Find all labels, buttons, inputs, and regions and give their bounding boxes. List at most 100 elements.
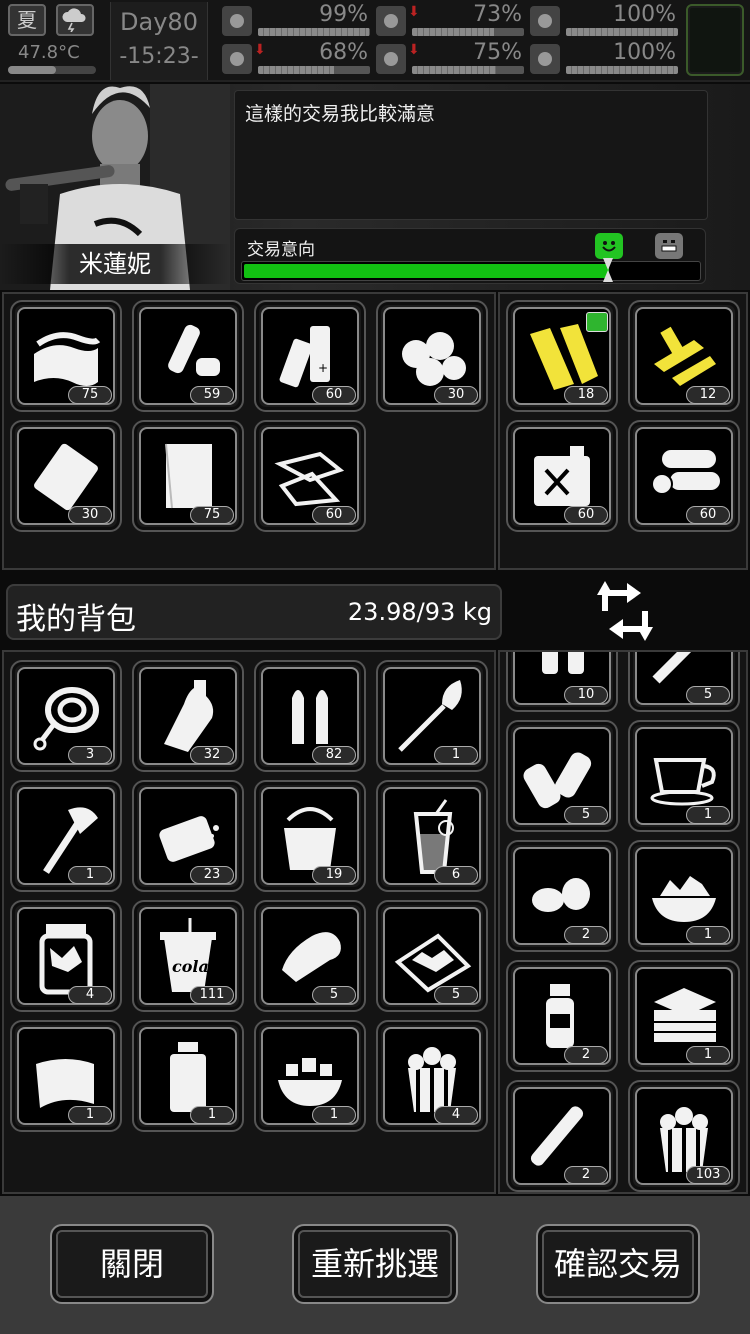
item-count: 60 bbox=[312, 386, 356, 404]
item-slot[interactable]: 4 bbox=[10, 900, 122, 1012]
item-slot[interactable]: 32 bbox=[132, 660, 244, 772]
item-slot[interactable]: 1 bbox=[628, 720, 740, 832]
item-slot[interactable]: 19 bbox=[254, 780, 366, 892]
item-count: 1 bbox=[686, 1046, 730, 1064]
item-count: 30 bbox=[434, 386, 478, 404]
item-slot[interactable]: 1 bbox=[628, 960, 740, 1072]
stat-thirst: ⬇ 75% bbox=[376, 40, 526, 78]
item-slot[interactable]: 1 bbox=[10, 780, 122, 892]
down-arrow-icon: ⬇ bbox=[254, 42, 266, 58]
list-badge-icon bbox=[586, 312, 608, 332]
item-count: 1 bbox=[68, 1106, 112, 1124]
item-slot[interactable]: 2 bbox=[506, 1080, 618, 1192]
item-slot[interactable]: 60 bbox=[254, 420, 366, 532]
item-count: 23 bbox=[190, 866, 234, 884]
item-slot[interactable]: 30 bbox=[10, 420, 122, 532]
item-slot[interactable]: cola 111 bbox=[132, 900, 244, 1012]
item-slot[interactable]: 1 bbox=[254, 1020, 366, 1132]
item-slot[interactable]: 82 bbox=[254, 660, 366, 772]
item-count: 18 bbox=[564, 386, 608, 404]
item-count: 75 bbox=[68, 386, 112, 404]
close-button[interactable]: 關閉 bbox=[50, 1224, 214, 1304]
item-slot[interactable]: 60 bbox=[506, 420, 618, 532]
brain-icon bbox=[530, 6, 560, 36]
stat-mood: 100% bbox=[530, 40, 680, 78]
item-slot[interactable]: 75 bbox=[10, 300, 122, 412]
reselect-button[interactable]: 重新挑選 bbox=[292, 1224, 458, 1304]
temperature-gauge: 47.8°C bbox=[8, 40, 98, 78]
backpack-weight: 23.98/93 kg bbox=[347, 598, 492, 626]
trade-intent-label: 交易意向 bbox=[247, 240, 315, 260]
boot-icon bbox=[222, 44, 252, 74]
swap-arrows-icon[interactable] bbox=[590, 576, 660, 646]
stat-bar bbox=[258, 28, 370, 36]
item-count: 1 bbox=[190, 1106, 234, 1124]
item-slot[interactable]: 1 bbox=[10, 1020, 122, 1132]
item-count: 1 bbox=[434, 746, 478, 764]
season-indicator: 夏 bbox=[8, 4, 46, 36]
item-slot[interactable]: 6 bbox=[376, 780, 488, 892]
item-slot[interactable]: 59 bbox=[132, 300, 244, 412]
item-slot[interactable]: 23 bbox=[132, 780, 244, 892]
item-slot[interactable]: 10 bbox=[506, 652, 618, 712]
item-slot[interactable]: 5 bbox=[376, 900, 488, 1012]
clock-time: -15:23- bbox=[119, 44, 199, 69]
item-count: 6 bbox=[434, 866, 478, 884]
item-slot[interactable]: 2 bbox=[506, 960, 618, 1072]
backpack-header: 我的背包 23.98/93 kg bbox=[6, 584, 502, 640]
item-slot[interactable]: 3 bbox=[10, 660, 122, 772]
stat-stamina: ⬇ 68% bbox=[222, 40, 372, 78]
item-slot[interactable]: 60 bbox=[628, 420, 740, 532]
stat-health: 99% bbox=[222, 2, 372, 40]
stat-hunger: ⬇ 73% bbox=[376, 2, 526, 40]
down-arrow-icon: ⬇ bbox=[408, 4, 420, 20]
happy-face-icon bbox=[595, 233, 623, 259]
status-bar: 夏 47.8°C Day80 -15:23- 99% ⬇ 73% 100% ⬇ 68% ⬇ 7… bbox=[0, 0, 750, 82]
trade-intent-bar bbox=[241, 261, 701, 281]
item-slot[interactable]: +60 bbox=[254, 300, 366, 412]
stomach-icon bbox=[376, 6, 406, 36]
item-slot[interactable]: 5 bbox=[628, 652, 740, 712]
day-clock: Day80 -15:23- bbox=[110, 2, 208, 80]
storm-cloud-icon bbox=[56, 4, 94, 36]
item-slot[interactable]: 1 bbox=[132, 1020, 244, 1132]
trader-panel: 米蓮妮 這樣的交易我比較滿意 交易意向 bbox=[0, 84, 750, 290]
temperature-value: 47.8°C bbox=[18, 42, 80, 63]
trade-intent-meter: 交易意向 bbox=[234, 228, 706, 284]
item-slot[interactable]: 12 bbox=[628, 300, 740, 412]
trader-name: 米蓮妮 bbox=[0, 244, 230, 284]
item-slot[interactable]: 4 bbox=[376, 1020, 488, 1132]
stat-bar bbox=[412, 28, 524, 36]
item-slot[interactable]: 5 bbox=[254, 900, 366, 1012]
stat-value: 100% bbox=[613, 40, 676, 65]
item-slot[interactable]: 75 bbox=[132, 420, 244, 532]
item-count: 3 bbox=[68, 746, 112, 764]
item-slot[interactable]: 18 bbox=[506, 300, 618, 412]
stat-value: 100% bbox=[613, 2, 676, 27]
item-count: 4 bbox=[434, 1106, 478, 1124]
item-count: 75 bbox=[190, 506, 234, 524]
item-slot[interactable]: 2 bbox=[506, 840, 618, 952]
item-count: 5 bbox=[434, 986, 478, 1004]
equipped-slot[interactable] bbox=[686, 4, 744, 76]
stat-value: 99% bbox=[319, 2, 368, 27]
svg-text:+: + bbox=[318, 361, 328, 375]
item-slot[interactable]: 30 bbox=[376, 300, 488, 412]
stat-bar bbox=[412, 66, 524, 74]
stat-value: 68% bbox=[319, 40, 368, 65]
stat-sanity: 100% bbox=[530, 2, 680, 40]
item-slot[interactable]: 103 bbox=[628, 1080, 740, 1192]
stat-bar bbox=[258, 66, 370, 74]
stat-value: 75% bbox=[473, 40, 522, 65]
item-slot[interactable]: 1 bbox=[628, 840, 740, 952]
item-slot[interactable]: 1 bbox=[376, 660, 488, 772]
stat-value: 73% bbox=[473, 2, 522, 27]
item-count: 1 bbox=[68, 866, 112, 884]
trader-offer-panel: 18 12 60 60 bbox=[498, 292, 748, 570]
backpack-title: 我的背包 bbox=[16, 602, 136, 637]
item-slot[interactable]: 5 bbox=[506, 720, 618, 832]
item-count: 1 bbox=[686, 806, 730, 824]
stat-bar bbox=[566, 66, 678, 74]
confirm-trade-button[interactable]: 確認交易 bbox=[536, 1224, 700, 1304]
action-bar: 關閉 重新挑選 確認交易 bbox=[0, 1196, 750, 1334]
